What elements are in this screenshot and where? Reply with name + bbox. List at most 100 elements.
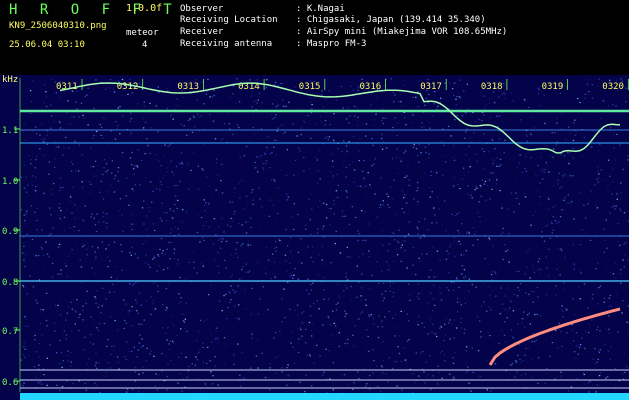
noise-dot: [573, 264, 576, 266]
noise-dot: [41, 229, 43, 231]
noise-dot: [617, 331, 619, 333]
noise-dot: [105, 163, 108, 165]
noise-dot: [478, 201, 480, 203]
noise-dot: [91, 267, 93, 269]
noise-dot: [418, 375, 420, 377]
noise-dot: [408, 184, 410, 186]
noise-dot: [349, 115, 351, 117]
noise-dot: [515, 197, 518, 199]
noise-dot: [237, 256, 239, 259]
noise-dot: [34, 366, 36, 368]
header-panel: H R O F F T 1.0.0f KN9_2506040310.png me…: [0, 0, 629, 75]
noise-dot: [111, 160, 114, 162]
noise-dot: [488, 150, 490, 153]
noise-dot: [88, 358, 90, 360]
noise-dot: [204, 383, 207, 385]
noise-dot: [58, 243, 61, 245]
noise-dot: [312, 282, 314, 284]
noise-dot: [230, 299, 232, 301]
noise-dot: [237, 98, 239, 100]
noise-dot: [274, 116, 276, 118]
noise-dot: [572, 340, 575, 342]
noise-dot: [75, 311, 77, 313]
noise-dot: [293, 174, 295, 176]
noise-dot: [310, 112, 313, 114]
noise-dot: [417, 106, 420, 108]
noise-dot: [264, 267, 266, 269]
noise-dot: [103, 167, 105, 169]
noise-dot: [349, 256, 351, 258]
noise-dot: [59, 314, 62, 316]
noise-dot: [59, 218, 61, 220]
noise-dot: [24, 325, 26, 327]
noise-dot: [181, 163, 184, 165]
noise-dot: [46, 325, 48, 327]
noise-dot: [598, 173, 600, 175]
noise-dot: [105, 248, 107, 250]
noise-dot: [581, 229, 583, 231]
noise-dot: [289, 237, 292, 239]
noise-dot: [572, 139, 575, 142]
noise-dot: [540, 202, 542, 204]
noise-dot: [560, 249, 563, 251]
noise-dot: [544, 168, 546, 171]
noise-dot: [145, 300, 147, 302]
noise-dot: [138, 292, 141, 294]
noise-dot: [429, 318, 431, 320]
noise-dot: [621, 312, 623, 314]
noise-dot: [376, 261, 378, 263]
noise-dot: [278, 238, 280, 240]
noise-dot: [205, 93, 207, 95]
noise-dot: [436, 172, 438, 174]
noise-dot: [36, 207, 39, 209]
noise-dot: [418, 221, 420, 223]
receiver-value: : AirSpy mini (Miakejima VOR 108.65MHz): [296, 27, 508, 37]
noise-dot: [587, 331, 590, 334]
noise-dot: [476, 160, 478, 162]
noise-dot: [406, 340, 409, 342]
noise-dot: [432, 298, 435, 300]
noise-dot: [494, 271, 496, 273]
noise-dot: [29, 275, 31, 277]
noise-dot: [616, 79, 618, 81]
noise-dot: [330, 335, 332, 337]
noise-dot: [434, 333, 436, 335]
noise-dot: [269, 199, 272, 201]
noise-dot: [102, 198, 105, 200]
noise-dot: [300, 134, 302, 136]
noise-dot: [201, 168, 203, 170]
noise-dot: [323, 236, 326, 238]
noise-dot: [289, 250, 292, 252]
noise-dot: [612, 181, 614, 183]
noise-dot: [261, 352, 263, 354]
noise-dot: [320, 94, 323, 96]
noise-dot: [232, 289, 234, 291]
noise-dot: [286, 199, 289, 201]
noise-dot: [65, 319, 67, 321]
noise-dot: [35, 255, 37, 257]
noise-dot: [471, 347, 473, 349]
noise-dot: [365, 385, 367, 388]
noise-dot: [548, 198, 550, 200]
noise-dot: [510, 329, 513, 331]
noise-dot: [76, 108, 78, 110]
noise-dot: [468, 232, 470, 234]
noise-dot: [193, 261, 195, 263]
noise-dot: [128, 283, 131, 285]
noise-dot: [71, 330, 73, 332]
noise-dot: [610, 305, 612, 307]
noise-dot: [550, 356, 552, 359]
noise-dot: [252, 126, 254, 128]
noise-dot: [276, 107, 278, 109]
noise-dot: [218, 226, 220, 228]
noise-dot: [603, 251, 605, 253]
noise-dot: [392, 292, 395, 294]
noise-dot: [240, 377, 242, 379]
noise-dot: [112, 284, 114, 286]
noise-dot: [313, 302, 315, 305]
noise-dot: [338, 332, 340, 334]
noise-dot: [303, 120, 305, 122]
noise-dot: [32, 130, 34, 132]
noise-dot: [45, 319, 48, 321]
noise-dot: [465, 362, 467, 364]
